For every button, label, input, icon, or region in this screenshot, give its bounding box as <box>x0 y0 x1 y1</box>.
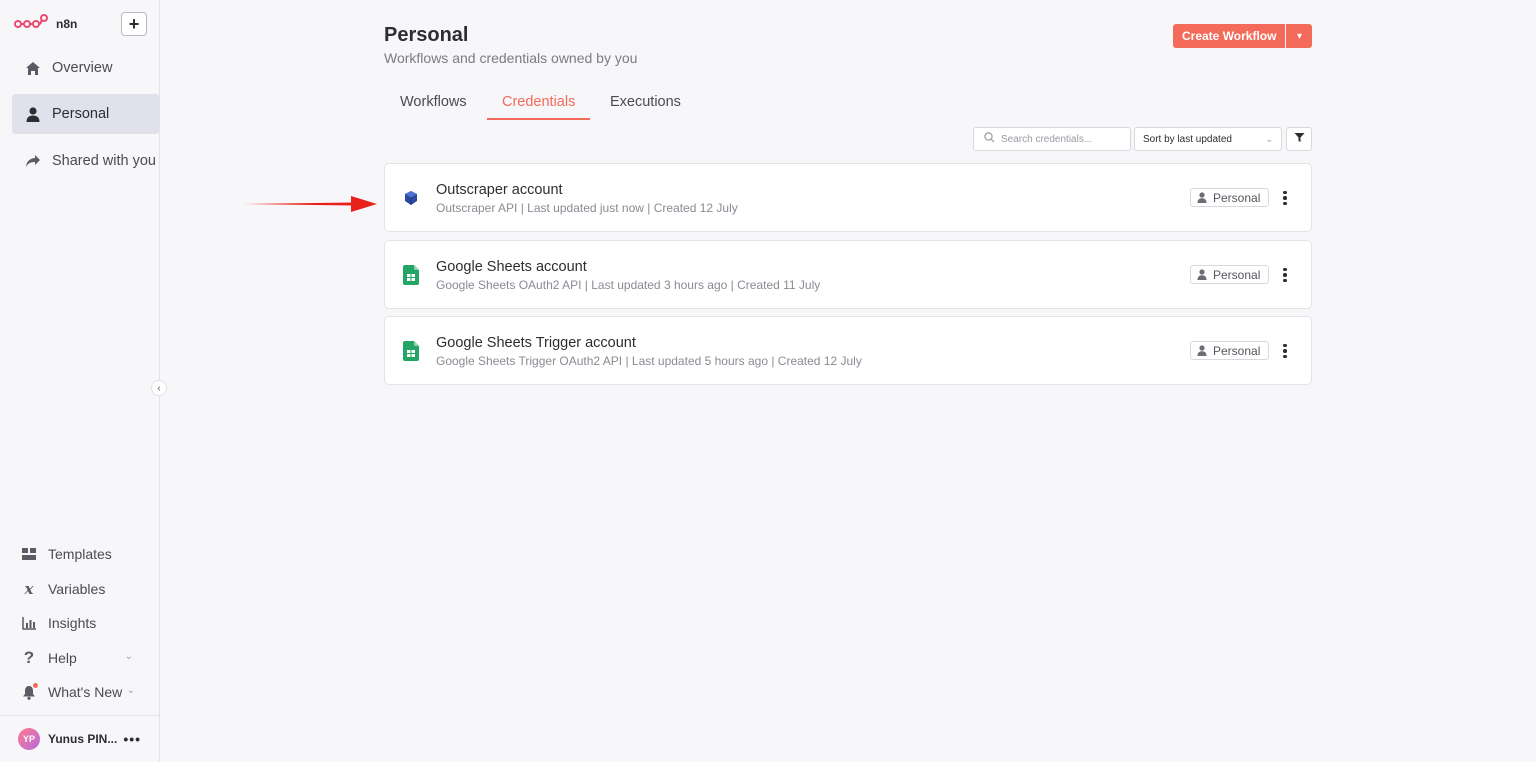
user-icon <box>1197 192 1207 203</box>
plus-icon: + <box>128 14 140 34</box>
variables-icon: x <box>24 580 34 598</box>
collapse-sidebar-button[interactable]: ‹ <box>151 380 167 396</box>
create-workflow-button[interactable]: Create Workflow <box>1173 24 1286 48</box>
chevron-left-icon: ‹ <box>157 382 161 394</box>
credential-card[interactable]: Outscraper account Outscraper API | Last… <box>384 163 1312 232</box>
insights-icon <box>20 614 38 632</box>
sidebar-item-label: Variables <box>48 581 106 597</box>
owner-label: Personal <box>1213 343 1261 358</box>
google-sheets-icon <box>401 265 421 285</box>
sidebar-item-label: What's New <box>48 684 123 700</box>
search-field[interactable] <box>973 127 1131 151</box>
owner-badge: Personal <box>1190 188 1270 207</box>
sidebar-item-label: Overview <box>52 60 113 76</box>
notification-dot <box>33 683 38 688</box>
share-icon <box>24 152 42 170</box>
create-workflow-group: Create Workflow ▾ <box>1173 24 1313 48</box>
owner-label: Personal <box>1213 190 1261 205</box>
filter-icon <box>1294 130 1305 148</box>
sidebar-item-templates[interactable]: Templates <box>12 539 159 569</box>
home-icon <box>24 59 42 77</box>
sidebar-item-insights[interactable]: Insights <box>12 608 159 638</box>
sidebar-item-label: Templates <box>48 546 112 562</box>
sidebar-item-variables[interactable]: x Variables <box>12 574 159 604</box>
user-name: Yunus PIN... <box>48 732 118 746</box>
sidebar-item-label: Help <box>48 650 77 666</box>
add-button[interactable]: + <box>121 12 147 36</box>
more-vertical-icon[interactable] <box>1279 265 1291 285</box>
credential-meta: Outscraper API | Last updated just now |… <box>436 201 738 215</box>
brand-name: n8n <box>56 17 78 31</box>
tab-workflows[interactable]: Workflows <box>400 94 467 120</box>
bell-icon <box>20 683 38 701</box>
sort-select[interactable]: Sort by last updated ⌄ <box>1134 127 1282 151</box>
page-title: Personal <box>384 24 469 46</box>
filter-button[interactable] <box>1286 127 1312 151</box>
avatar: YP <box>18 728 40 750</box>
credential-name: Outscraper account <box>436 182 563 198</box>
credential-meta: Google Sheets Trigger OAuth2 API | Last … <box>436 354 862 368</box>
search-input[interactable] <box>1001 133 1121 145</box>
credential-name: Google Sheets account <box>436 259 587 275</box>
sidebar-item-help[interactable]: ? Help ⌄ <box>12 643 159 673</box>
help-icon: ? <box>23 648 35 667</box>
credential-card[interactable]: Google Sheets Trigger account Google She… <box>384 316 1312 385</box>
user-icon <box>1197 269 1207 280</box>
templates-icon <box>20 545 38 563</box>
sidebar-item-whats-new[interactable]: What's New ⌄ <box>12 677 159 707</box>
more-vertical-icon[interactable] <box>1279 341 1291 361</box>
tab-credentials[interactable]: Credentials <box>487 94 591 120</box>
search-icon <box>984 130 995 148</box>
n8n-logo-icon <box>14 13 48 35</box>
chevron-down-icon: ⌄ <box>126 685 135 696</box>
owner-badge: Personal <box>1190 265 1270 284</box>
owner-badge: Personal <box>1190 341 1270 360</box>
sidebar-item-label: Shared with you <box>52 153 156 169</box>
chevron-down-icon: ⌄ <box>1265 134 1273 144</box>
app-root: n8n + Overview Personal Shared with you … <box>0 0 1536 762</box>
tab-executions[interactable]: Executions <box>610 94 681 120</box>
owner-label: Personal <box>1213 267 1261 282</box>
google-sheets-icon <box>401 341 421 361</box>
sidebar-item-shared[interactable]: Shared with you <box>12 141 159 181</box>
chevron-down-icon: ▾ <box>1296 30 1302 42</box>
sidebar-item-label: Insights <box>48 615 97 631</box>
sidebar: n8n + Overview Personal Shared with you … <box>0 0 167 762</box>
red-arrow-annotation <box>243 196 377 212</box>
more-vertical-icon[interactable] <box>1279 188 1291 208</box>
sort-value: Sort by last updated <box>1143 133 1232 145</box>
sidebar-item-label: Personal <box>52 106 110 122</box>
credential-meta: Google Sheets OAuth2 API | Last updated … <box>436 278 821 292</box>
brand[interactable]: n8n <box>14 13 77 35</box>
create-dropdown-button[interactable]: ▾ <box>1286 24 1313 48</box>
more-horizontal-icon[interactable]: ••• <box>123 731 141 747</box>
chevron-down-icon: ⌄ <box>124 651 133 662</box>
user-menu[interactable]: YP Yunus PIN... ••• <box>0 715 159 762</box>
credential-card[interactable]: Google Sheets account Google Sheets OAut… <box>384 240 1312 309</box>
credential-name: Google Sheets Trigger account <box>436 335 636 351</box>
page-subtitle: Workflows and credentials owned by you <box>384 50 638 66</box>
user-icon <box>1197 345 1207 356</box>
user-icon <box>24 105 42 123</box>
sidebar-item-personal[interactable]: Personal <box>12 94 159 134</box>
sidebar-item-overview[interactable]: Overview <box>12 48 159 88</box>
outscraper-icon <box>401 188 421 208</box>
